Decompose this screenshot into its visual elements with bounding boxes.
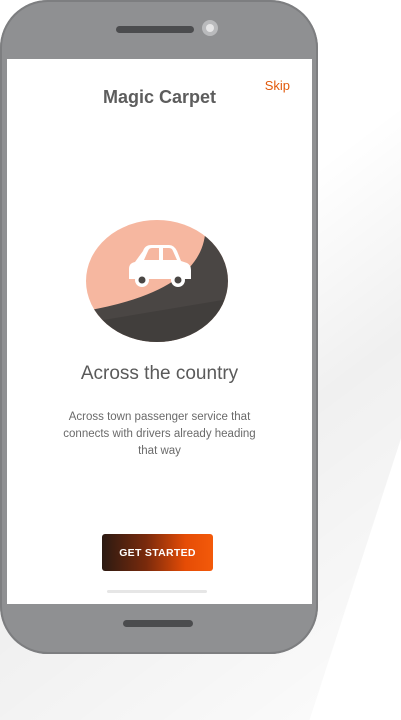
phone-frame: Magic Carpet Skip Across the country Acr…: [0, 0, 318, 654]
skip-link[interactable]: Skip: [265, 78, 290, 93]
home-button[interactable]: [123, 620, 193, 627]
front-camera: [202, 20, 218, 36]
onboarding-description: Across town passenger service that conne…: [63, 411, 256, 457]
illustration: [86, 220, 228, 342]
get-started-button[interactable]: GET STARTED: [102, 534, 213, 571]
onboarding-headline: Across the country: [80, 363, 239, 384]
onboarding-screen: Magic Carpet Skip Across the country Acr…: [7, 59, 312, 604]
page-indicator: [107, 590, 207, 593]
speaker-grille: [116, 26, 194, 33]
